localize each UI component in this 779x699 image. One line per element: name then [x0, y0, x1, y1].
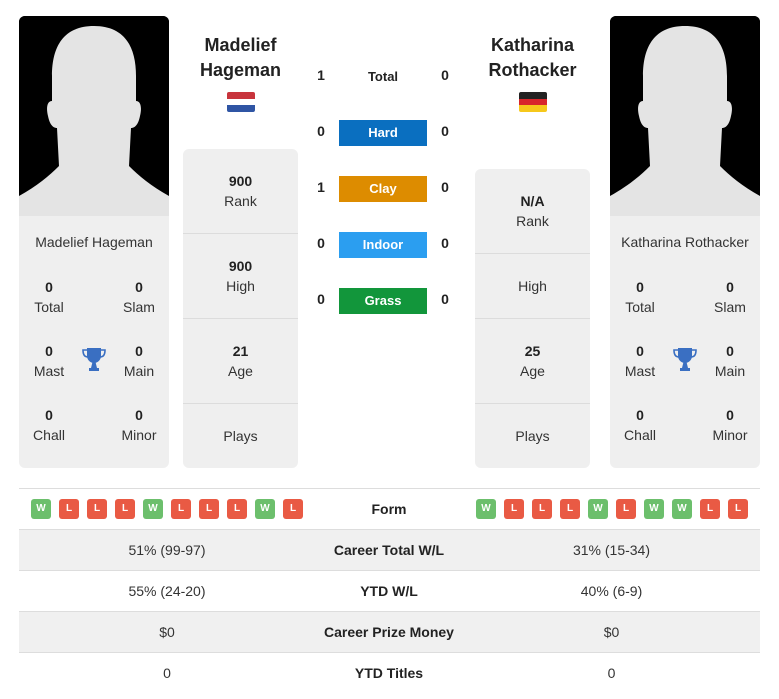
- table-row: 51% (99-97) Career Total W/L 31% (15-34): [19, 530, 760, 571]
- h2h-left-clay: 1: [317, 179, 325, 195]
- left-titles-main: 0 Main: [123, 343, 155, 379]
- form-result-badge[interactable]: L: [227, 499, 247, 519]
- trophy-icon: [673, 348, 697, 371]
- form-result-badge[interactable]: L: [532, 499, 552, 519]
- left-ytd-wl: 55% (24-20): [128, 583, 206, 599]
- form-result-badge[interactable]: W: [588, 499, 608, 519]
- netherlands-flag-icon: [227, 92, 255, 112]
- left-titles-chall: 0 Chall: [33, 407, 65, 443]
- right-stat-rank: N/A Rank: [516, 193, 549, 229]
- h2h-right-total: 0: [441, 67, 449, 83]
- left-career-wl: 51% (99-97): [128, 542, 206, 558]
- form-result-badge[interactable]: W: [143, 499, 163, 519]
- surface-grass-badge[interactable]: Grass: [339, 288, 427, 314]
- left-stats-panel: 900 Rank 900 High 21 Age Plays: [183, 149, 298, 468]
- form-result-badge[interactable]: L: [700, 499, 720, 519]
- right-stat-age: 25 Age: [520, 343, 545, 379]
- form-result-badge[interactable]: L: [504, 499, 524, 519]
- right-titles-total: 0 Total: [625, 279, 655, 315]
- table-row: 55% (24-20) YTD W/L 40% (6-9): [19, 571, 760, 612]
- form-result-badge[interactable]: L: [560, 499, 580, 519]
- right-stat-plays: Plays: [515, 428, 550, 444]
- left-titles-mast: 0 Mast: [33, 343, 65, 379]
- left-prize-money: $0: [159, 624, 175, 640]
- h2h-right-hard: 0: [441, 123, 449, 139]
- right-stats-panel: N/A Rank High 25 Age Plays: [475, 169, 590, 468]
- h2h-right-clay: 0: [441, 179, 449, 195]
- form-label: Form: [371, 501, 407, 517]
- form-result-badge[interactable]: W: [644, 499, 664, 519]
- left-player-photo: [19, 16, 169, 216]
- right-titles-slam: 0 Slam: [714, 279, 746, 315]
- left-stat-high: 900 High: [226, 258, 255, 294]
- right-ytd-titles: 0: [607, 665, 616, 681]
- left-stat-rank: 900 Rank: [224, 173, 257, 209]
- h2h-right-grass: 0: [441, 291, 449, 307]
- form-result-badge[interactable]: W: [31, 499, 51, 519]
- table-row: $0 Career Prize Money $0: [19, 612, 760, 653]
- right-prize-money: $0: [603, 624, 620, 640]
- trophy-icon: [82, 348, 106, 371]
- left-titles-total: 0 Total: [34, 279, 64, 315]
- h2h-right-indoor: 0: [441, 235, 449, 251]
- form-result-badge[interactable]: W: [672, 499, 692, 519]
- left-player-name[interactable]: Madelief Hageman: [183, 33, 298, 83]
- left-player-card: Madelief Hageman 0 Total 0 Slam 0 Mast 0 Mai…: [19, 216, 169, 468]
- left-titles-slam: 0 Slam: [123, 279, 155, 315]
- right-player-full-name: Katharina Rothacker: [621, 234, 749, 250]
- form-result-badge[interactable]: L: [115, 499, 135, 519]
- player-silhouette-icon: [610, 16, 760, 216]
- h2h-left-grass: 0: [317, 291, 325, 307]
- form-result-badge[interactable]: W: [476, 499, 496, 519]
- right-player-name[interactable]: Katharina Rothacker: [475, 33, 590, 83]
- surface-hard-badge[interactable]: Hard: [339, 120, 427, 146]
- row-label: Career Prize Money: [324, 624, 454, 640]
- left-ytd-titles: 0: [163, 665, 171, 681]
- surface-indoor-badge[interactable]: Indoor: [339, 232, 427, 258]
- right-titles-mast: 0 Mast: [624, 343, 656, 379]
- left-player-full-name: Madelief Hageman: [35, 234, 153, 250]
- row-label: Career Total W/L: [333, 542, 445, 558]
- form-result-badge[interactable]: L: [87, 499, 107, 519]
- form-row: WLLLWLLLWL Form WLLLWLWWLL: [19, 489, 760, 530]
- right-stat-high: High: [518, 278, 547, 294]
- form-result-badge[interactable]: L: [283, 499, 303, 519]
- right-titles-main: 0 Main: [714, 343, 746, 379]
- right-ytd-wl: 40% (6-9): [580, 583, 643, 599]
- surface-clay-badge[interactable]: Clay: [339, 176, 427, 202]
- left-stat-age: 21 Age: [228, 343, 253, 379]
- player-silhouette-icon: [19, 16, 169, 216]
- right-titles-chall: 0 Chall: [624, 407, 656, 443]
- row-label: YTD W/L: [360, 583, 418, 599]
- h2h-label-total: Total: [367, 69, 399, 84]
- form-result-badge[interactable]: L: [171, 499, 191, 519]
- germany-flag-icon: [519, 92, 547, 112]
- form-result-badge[interactable]: L: [728, 499, 748, 519]
- left-titles-minor: 0 Minor: [121, 407, 157, 443]
- row-label: YTD Titles: [354, 665, 424, 681]
- right-career-wl: 31% (15-34): [572, 542, 651, 558]
- right-player-photo: [610, 16, 760, 216]
- left-stat-plays: Plays: [223, 428, 258, 444]
- form-result-badge[interactable]: L: [616, 499, 636, 519]
- form-result-badge[interactable]: W: [255, 499, 275, 519]
- h2h-left-total: 1: [317, 67, 325, 83]
- form-result-badge[interactable]: L: [59, 499, 79, 519]
- right-titles-minor: 0 Minor: [712, 407, 748, 443]
- h2h-left-hard: 0: [317, 123, 325, 139]
- form-result-badge[interactable]: L: [199, 499, 219, 519]
- table-row: 0 YTD Titles 0: [19, 653, 760, 694]
- right-player-card: Katharina Rothacker 0 Total 0 Slam 0 Mast 0…: [610, 216, 760, 468]
- h2h-left-indoor: 0: [317, 235, 325, 251]
